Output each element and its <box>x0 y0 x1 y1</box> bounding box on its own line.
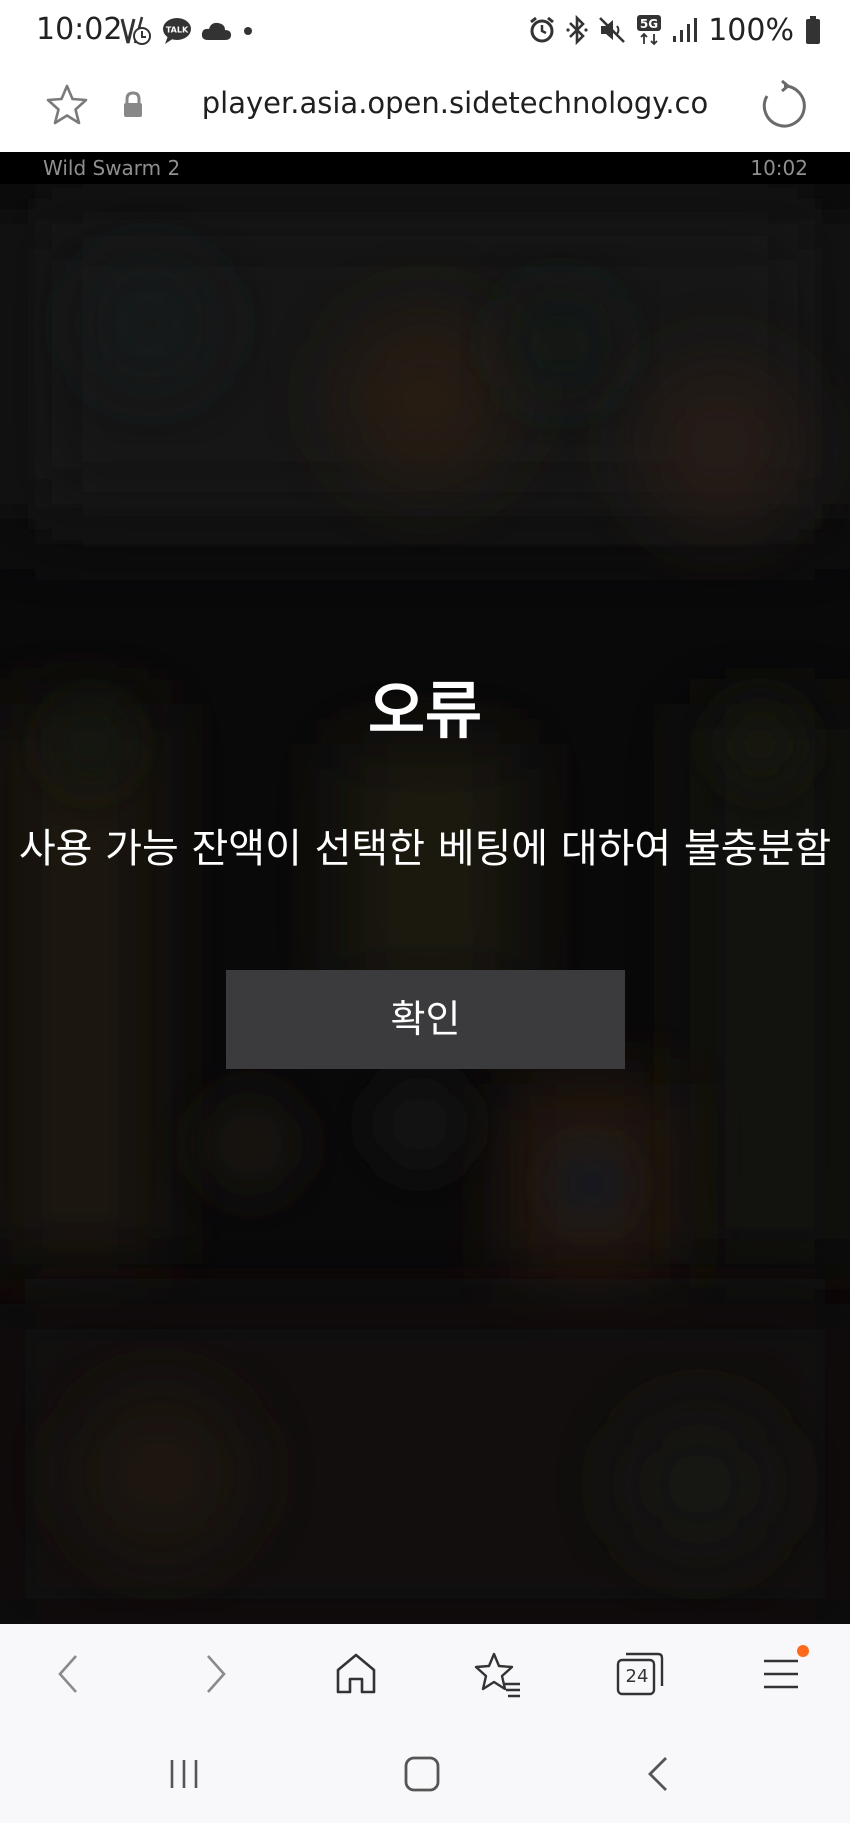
svg-text:TALK: TALK <box>166 26 189 35</box>
game-header: Wild Swarm 2 10:02 <box>0 152 850 184</box>
data-call-icon <box>120 15 154 47</box>
5g-icon: 5G <box>636 14 662 46</box>
signal-icon <box>672 16 698 44</box>
status-left-icons: TALK <box>120 14 256 48</box>
svg-text:5G: 5G <box>640 17 658 31</box>
back-nav-icon[interactable] <box>636 1750 684 1798</box>
menu-notification-dot <box>797 1645 809 1657</box>
home-nav-icon[interactable] <box>398 1750 446 1798</box>
lock-icon[interactable] <box>120 90 146 120</box>
back-icon[interactable] <box>44 1648 96 1700</box>
bookmark-star-icon[interactable] <box>44 82 90 128</box>
browser-toolbar: 24 <box>0 1624 850 1724</box>
url-bar: player.asia.open.sidetechnology.co <box>0 62 850 152</box>
battery-percent: 100% <box>708 12 794 48</box>
game-viewport: Wild Swarm 2 10:02 오류 사용 가능 잔액이 선택한 베팅에 … <box>0 152 850 1624</box>
battery-icon <box>804 15 822 45</box>
forward-icon[interactable] <box>188 1648 240 1700</box>
cloud-icon <box>200 20 232 42</box>
tab-count: 24 <box>625 1666 649 1687</box>
kakaotalk-icon: TALK <box>162 17 192 45</box>
tabs-icon[interactable]: 24 <box>614 1648 666 1700</box>
reload-icon[interactable] <box>758 79 810 132</box>
mute-icon <box>598 16 626 44</box>
dot-icon <box>240 23 256 39</box>
confirm-button[interactable]: 확인 <box>226 970 625 1069</box>
recent-apps-icon[interactable] <box>160 1750 208 1798</box>
error-message: 사용 가능 잔액이 선택한 베팅에 대하여 불충분함 <box>18 826 832 872</box>
bluetooth-icon <box>566 15 588 45</box>
status-right-icons: 5G 100% <box>528 12 822 48</box>
error-title: 오류 <box>367 674 483 747</box>
home-icon[interactable] <box>330 1648 382 1700</box>
game-clock: 10:02 <box>750 156 808 180</box>
alarm-icon <box>528 16 556 44</box>
blurred-game-background <box>0 184 850 1624</box>
address-field[interactable]: player.asia.open.sidetechnology.co <box>150 86 760 120</box>
system-nav-bar <box>0 1724 850 1823</box>
game-title: Wild Swarm 2 <box>43 156 181 180</box>
status-bar: 10:02 TALK 5G 100% <box>0 0 850 62</box>
status-time: 10:02 <box>36 12 123 47</box>
bookmarks-icon[interactable] <box>472 1648 524 1700</box>
